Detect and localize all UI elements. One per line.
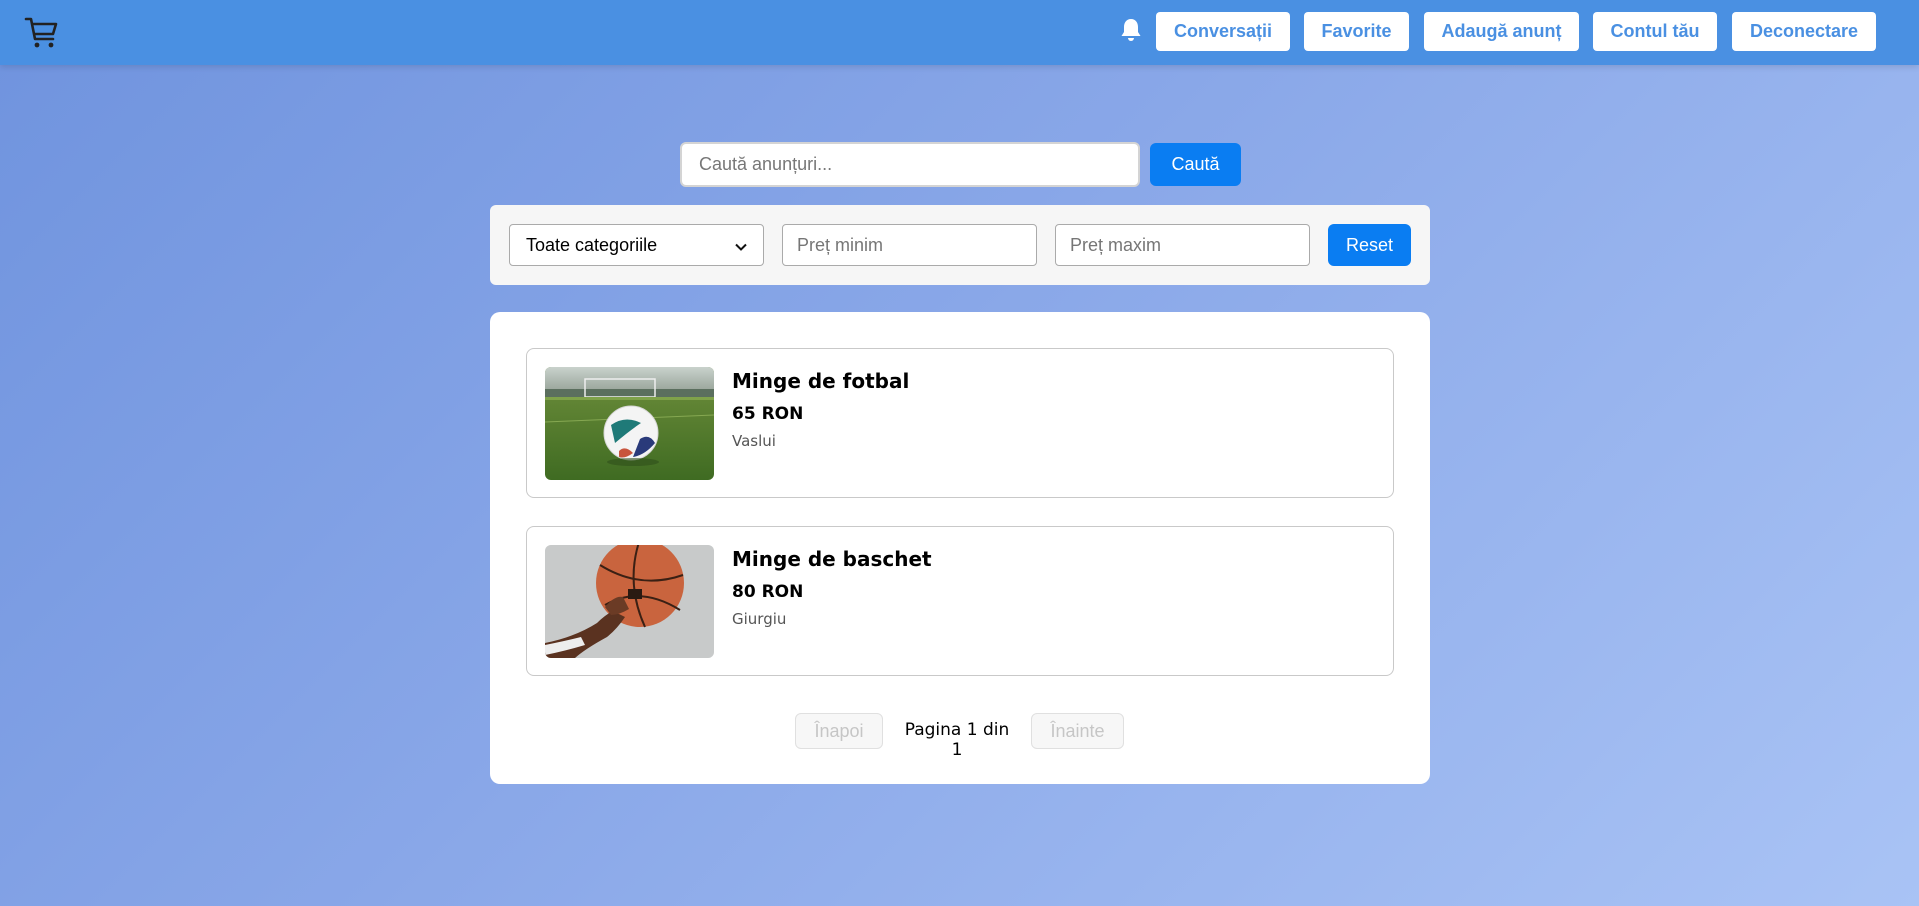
listing-price: 80 RON	[732, 582, 804, 602]
listings-panel: Minge de fotbal 65 RON Vaslui Minge de b…	[490, 312, 1430, 784]
listing-card[interactable]: Minge de baschet 80 RON Giurgiu	[526, 526, 1394, 676]
bell-icon[interactable]	[1119, 17, 1143, 43]
pagination-prev-button[interactable]: Înapoi	[795, 713, 883, 749]
reset-button[interactable]: Reset	[1328, 224, 1411, 266]
listing-title[interactable]: Minge de fotbal	[732, 369, 909, 393]
shopping-cart-icon[interactable]	[24, 15, 60, 51]
nav-logout-button[interactable]: Deconectare	[1732, 12, 1876, 51]
max-price-input[interactable]	[1055, 224, 1310, 266]
nav-account-button[interactable]: Contul tău	[1593, 12, 1717, 51]
category-select[interactable]: Toate categoriile	[509, 224, 764, 266]
nav-conversations-button[interactable]: Conversații	[1156, 12, 1290, 51]
pagination-info: Pagina 1 din 1	[904, 720, 1010, 760]
search-button[interactable]: Caută	[1150, 143, 1241, 186]
category-select-value: Toate categoriile	[526, 234, 658, 255]
pagination-next-button[interactable]: Înainte	[1031, 713, 1124, 749]
chevron-down-icon	[735, 235, 747, 256]
search-input[interactable]	[680, 142, 1140, 187]
nav-favorites-button[interactable]: Favorite	[1304, 12, 1409, 51]
listing-image-basketball[interactable]	[545, 545, 714, 658]
min-price-input[interactable]	[782, 224, 1037, 266]
listing-card[interactable]: Minge de fotbal 65 RON Vaslui	[526, 348, 1394, 498]
listing-price: 65 RON	[732, 404, 804, 424]
listing-title[interactable]: Minge de baschet	[732, 547, 932, 571]
top-navbar: Conversații Favorite Adaugă anunț Contul…	[0, 0, 1919, 65]
filter-bar: Toate categoriile Reset	[490, 205, 1430, 285]
listing-location: Giurgiu	[732, 610, 787, 628]
listing-image-football[interactable]	[545, 367, 714, 480]
listing-location: Vaslui	[732, 432, 776, 450]
nav-add-listing-button[interactable]: Adaugă anunț	[1424, 12, 1579, 51]
